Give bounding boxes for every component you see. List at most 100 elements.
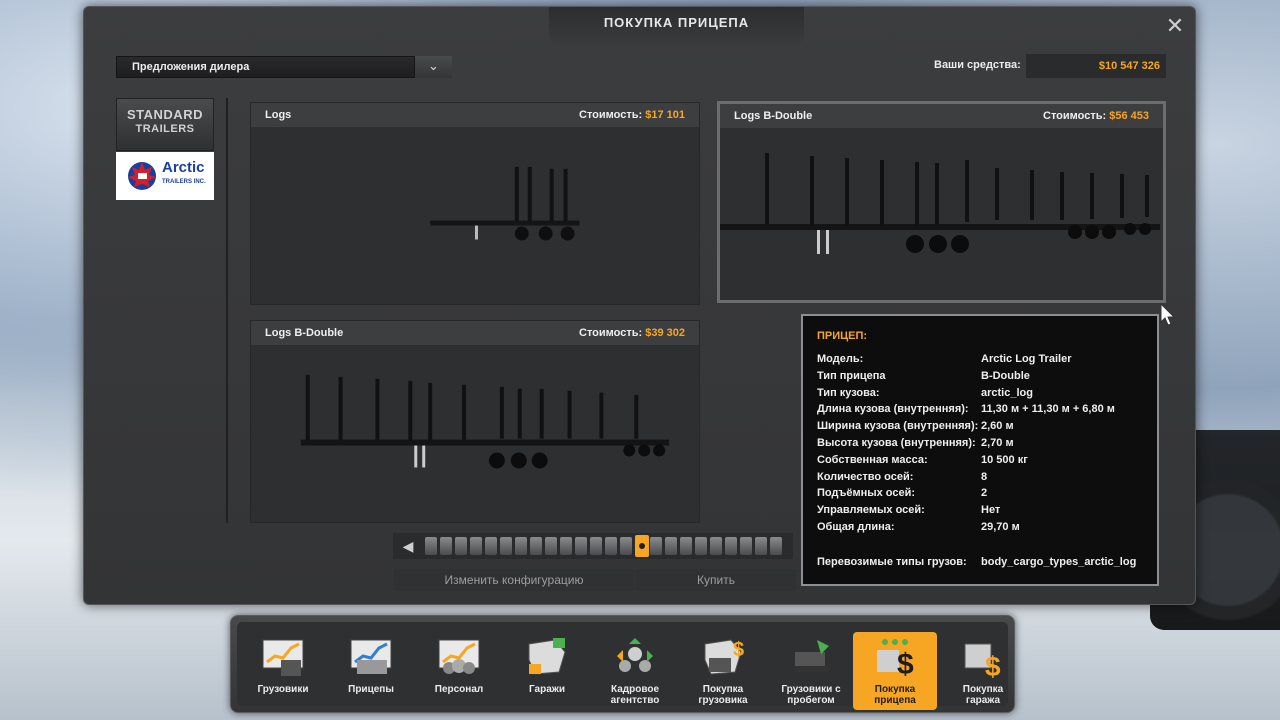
nav-item-label: Покупка гаража <box>962 684 1004 706</box>
trailer-card-logs-bdouble-2[interactable]: Logs B-Double Стоимость: $39 302 <box>250 320 700 523</box>
trailer-card-logs-bdouble-1[interactable]: Logs B-Double Стоимость: $56 453 <box>717 101 1166 303</box>
slider-segment[interactable] <box>770 537 782 555</box>
nav-buy-trailer[interactable]: $ Покупка прицепа <box>853 632 937 710</box>
nav-item-label: Персонал <box>434 684 484 695</box>
cost-value: $39 302 <box>645 327 685 339</box>
tooltip-row-value: 2,60 м <box>981 420 1014 433</box>
tooltip-row-value: B-Double <box>981 369 1030 382</box>
slider-segment[interactable] <box>695 537 707 555</box>
window-title: ПОКУПКА ПРИЦЕПА <box>549 7 804 45</box>
cost-label: Стоимость: <box>579 327 643 339</box>
brand-arctic-sub: TRAILERS INC. <box>162 179 206 185</box>
slider-segment[interactable] <box>650 537 662 555</box>
slider-segment[interactable] <box>605 537 617 555</box>
nav-item-label: Грузовики <box>257 684 309 695</box>
nav-item-label: Кадровое агентство <box>610 684 660 706</box>
used-trucks-icon <box>795 640 829 672</box>
slider-segment[interactable] <box>680 537 692 555</box>
trailer-cost: Стоимость: $56 453 <box>1043 104 1149 128</box>
nav-garages[interactable]: Гаражи <box>505 632 589 710</box>
tooltip-row-key: Высота кузова (внутренняя): <box>817 437 976 449</box>
tooltip-row-value: Нет <box>981 504 1001 517</box>
slider-segment[interactable] <box>425 537 437 555</box>
logs-bdouble-trailer-image <box>720 153 1160 254</box>
configuration-slider[interactable]: ◀ <box>393 533 793 559</box>
trailer-info-tooltip: ПРИЦЕП: Модель: Arctic Log Trailer Тип при… <box>801 314 1159 586</box>
slider-segment[interactable] <box>710 537 722 555</box>
nav-used-trucks[interactable]: Грузовики с пробегом <box>769 632 853 710</box>
slider-segment[interactable] <box>455 537 467 555</box>
tooltip-row-key: Количество осей: <box>817 470 914 483</box>
slider-segment[interactable] <box>500 537 512 555</box>
nav-trailers[interactable]: Прицепы <box>329 632 413 710</box>
slider-segment[interactable] <box>665 537 677 555</box>
slider-segment[interactable] <box>620 537 632 555</box>
slider-segment[interactable] <box>590 537 602 555</box>
tooltip-row-value: 11,30 м + 11,30 м + 6,80 м <box>981 403 1115 416</box>
nav-recruitment-agency[interactable]: Кадровое агентство <box>593 632 677 710</box>
tooltip-row-key: Ширина кузова (внутренняя): <box>817 420 979 433</box>
tooltip-row-key: Общая длина: <box>817 521 895 533</box>
nav-buy-truck[interactable]: $ Покупка грузовика <box>681 632 765 710</box>
close-icon[interactable]: ✕ <box>1164 15 1186 37</box>
bottom-nav-bar: Грузовики Прицепы Персонал Гаражи Кадровое а… <box>230 615 1015 713</box>
tooltip-cargo-value: body_cargo_types_arctic_log <box>981 556 1137 568</box>
nav-item-label: Гаражи <box>528 684 565 695</box>
buy-garage-icon: $ <box>964 643 1001 680</box>
slider-segment[interactable] <box>725 537 737 555</box>
cost-label: Стоимость: <box>579 109 643 121</box>
brand-standard-line1: STANDARD <box>127 107 203 122</box>
brand-arctic-trailers[interactable]: Arctic TRAILERS INC. <box>116 152 214 200</box>
mouse-cursor-icon <box>1160 303 1176 326</box>
buy-truck-icon: $ <box>704 639 744 675</box>
garages-map-icon <box>528 638 566 675</box>
slider-segment[interactable] <box>485 537 497 555</box>
arrow-left-icon[interactable]: ◀ <box>397 537 419 555</box>
svg-text:$: $ <box>985 651 1001 680</box>
nav-item-label: Грузовики с пробегом <box>781 684 841 706</box>
buy-button[interactable]: Купить <box>636 569 796 591</box>
nav-item-label: Покупка грузовика <box>698 684 748 706</box>
trailer-card-logs[interactable]: Logs Стоимость: $17 101 <box>250 102 700 305</box>
slider-segment[interactable] <box>740 537 752 555</box>
slider-segment[interactable] <box>575 537 587 555</box>
maple-leaf-logo-icon <box>128 162 156 190</box>
slider-segment[interactable] <box>560 537 572 555</box>
slider-segment[interactable] <box>545 537 557 555</box>
slider-segment[interactable] <box>470 537 482 555</box>
logs-trailer-image <box>430 166 580 241</box>
cost-value: $17 101 <box>645 109 685 121</box>
trailer-card-header: Logs B-Double Стоимость: $56 453 <box>720 104 1163 128</box>
tooltip-row-value: 10 500 кг <box>981 453 1028 466</box>
nav-trucks[interactable]: Грузовики <box>241 632 325 710</box>
tooltip-cargo-label: Перевозимые типы грузов: <box>817 556 967 568</box>
trailer-cost: Стоимость: $17 101 <box>579 103 685 127</box>
chevron-down-icon[interactable]: ⌄ <box>414 56 452 78</box>
tooltip-row-key: Тип прицепа <box>817 369 886 382</box>
trailer-name: Logs B-Double <box>734 110 813 122</box>
nav-buy-garage[interactable]: $ Покупка гаража <box>941 632 1025 710</box>
trailers-chart-icon <box>350 639 392 674</box>
brand-standard-line2: TRAILERS <box>135 123 195 135</box>
brand-standard-trailers[interactable]: STANDARD TRAILERS <box>116 98 214 151</box>
slider-knob[interactable] <box>635 535 649 557</box>
slider-segment[interactable] <box>440 537 452 555</box>
nav-item-label: Прицепы <box>348 684 394 695</box>
tooltip-row-value: 2 <box>981 487 988 500</box>
tooltip-row-value: 2,70 м <box>981 437 1014 449</box>
slider-segment[interactable] <box>515 537 527 555</box>
buy-trailer-icon: $ <box>877 639 914 680</box>
nav-item-label: Покупка прицепа <box>874 684 916 706</box>
nav-staff[interactable]: Персонал <box>417 632 501 710</box>
dealer-offers-select[interactable]: Предложения дилера <box>116 56 452 78</box>
slider-segment[interactable] <box>755 537 767 555</box>
brand-divider <box>226 98 228 523</box>
trailer-card-header: Logs B-Double Стоимость: $39 302 <box>251 321 699 345</box>
change-configuration-button[interactable]: Изменить конфигурацию <box>394 569 634 591</box>
bottom-nav-inner: Грузовики Прицепы Персонал Гаражи Кадровое а… <box>237 622 1008 710</box>
brand-arctic-word: Arctic <box>162 159 205 176</box>
tooltip-row-value: 29,70 м <box>981 521 1020 533</box>
slider-segment[interactable] <box>530 537 542 555</box>
recruitment-agency-icon <box>617 638 653 672</box>
tooltip-row-value: arctic_log <box>981 386 1033 399</box>
